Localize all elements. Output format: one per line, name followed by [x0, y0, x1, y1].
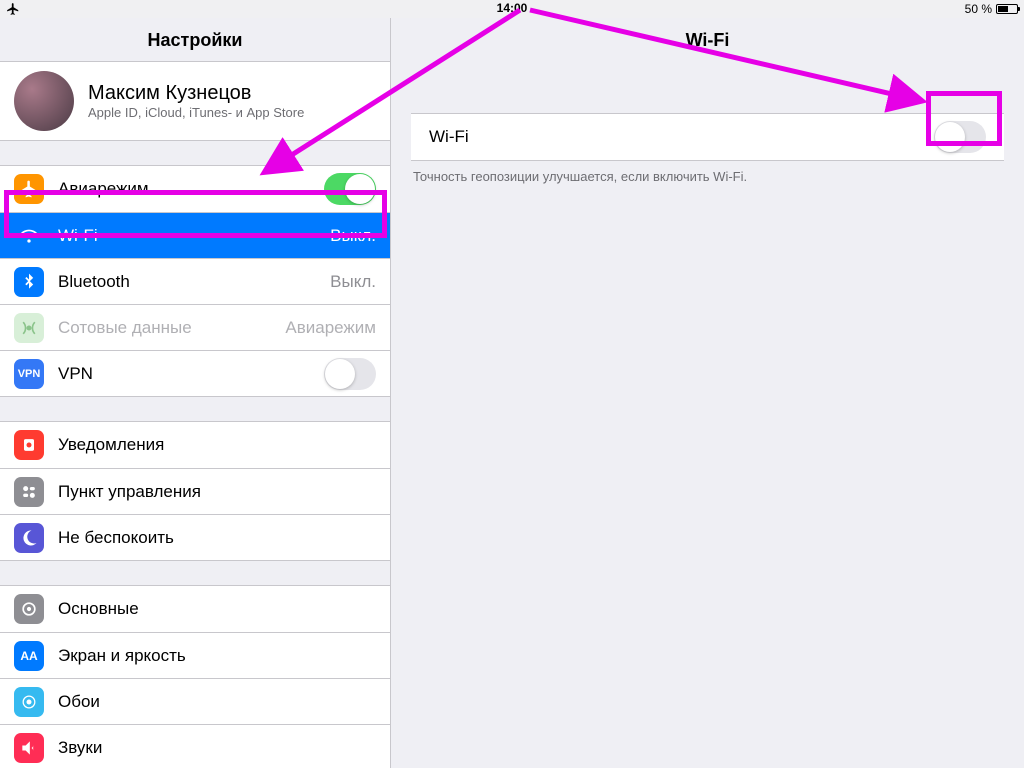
battery-icon: [996, 4, 1018, 14]
airplane-icon: [14, 174, 44, 204]
detail-pane: Wi-Fi Wi-Fi Точность геопозиции улучшает…: [391, 18, 1024, 768]
group-notifications: Уведомления Пункт управления Не беспокои…: [0, 421, 390, 561]
profile-name: Максим Кузнецов: [88, 82, 304, 105]
cell-bluetooth[interactable]: Bluetooth Выкл.: [0, 258, 390, 304]
bluetooth-value: Выкл.: [330, 272, 376, 292]
vpn-label: VPN: [58, 364, 324, 384]
airplane-toggle[interactable]: [324, 173, 376, 205]
group-connectivity: Авиарежим Wi-Fi Выкл. Bluetooth Выкл. Со…: [0, 165, 390, 397]
wifi-value: Выкл.: [330, 226, 376, 246]
display-icon: AA: [14, 641, 44, 671]
notifications-icon: [14, 430, 44, 460]
detail-footer: Точность геопозиции улучшается, если вкл…: [391, 161, 1024, 184]
cell-wallpaper[interactable]: Обои: [0, 678, 390, 724]
cell-airplane[interactable]: Авиарежим: [0, 166, 390, 212]
vpn-icon: VPN: [14, 359, 44, 389]
avatar: [14, 71, 74, 131]
cell-general[interactable]: Основные: [0, 586, 390, 632]
cell-display[interactable]: AA Экран и яркость: [0, 632, 390, 678]
cell-dnd[interactable]: Не беспокоить: [0, 514, 390, 560]
display-label: Экран и яркость: [58, 646, 376, 666]
apple-id-row[interactable]: Максим Кузнецов Apple ID, iCloud, iTunes…: [0, 61, 390, 141]
general-label: Основные: [58, 599, 376, 619]
vpn-toggle[interactable]: [324, 358, 376, 390]
dnd-label: Не беспокоить: [58, 528, 376, 548]
cell-sounds[interactable]: Звуки: [0, 724, 390, 768]
sidebar-title: Настройки: [0, 18, 390, 61]
detail-wifi-section: Wi-Fi: [411, 113, 1004, 161]
wallpaper-label: Обои: [58, 692, 376, 712]
cell-controlcenter[interactable]: Пункт управления: [0, 468, 390, 514]
airplane-mode-icon: [6, 2, 20, 16]
cell-vpn[interactable]: VPN VPN: [0, 350, 390, 396]
status-bar: 14:00 50 %: [0, 0, 1024, 18]
status-left: [6, 2, 20, 16]
status-time: 14:00: [497, 1, 528, 15]
sounds-label: Звуки: [58, 738, 376, 758]
cellular-value: Авиарежим: [285, 318, 376, 338]
settings-sidebar: Настройки Максим Кузнецов Apple ID, iClo…: [0, 18, 391, 768]
controlcenter-label: Пункт управления: [58, 482, 376, 502]
sounds-icon: [14, 733, 44, 763]
wifi-icon: [14, 221, 44, 251]
detail-wifi-row[interactable]: Wi-Fi: [411, 114, 1004, 160]
detail-wifi-label: Wi-Fi: [429, 127, 934, 147]
battery-percent: 50 %: [965, 2, 992, 16]
cell-wifi[interactable]: Wi-Fi Выкл.: [0, 212, 390, 258]
detail-wifi-toggle[interactable]: [934, 121, 986, 153]
cellular-icon: [14, 313, 44, 343]
status-right: 50 %: [965, 2, 1018, 16]
gear-icon: [14, 594, 44, 624]
dnd-icon: [14, 523, 44, 553]
detail-title: Wi-Fi: [391, 18, 1024, 61]
wifi-label: Wi-Fi: [58, 226, 330, 246]
airplane-label: Авиарежим: [58, 179, 324, 199]
wallpaper-icon: [14, 687, 44, 717]
cellular-label: Сотовые данные: [58, 318, 285, 338]
controlcenter-icon: [14, 477, 44, 507]
cell-notifications[interactable]: Уведомления: [0, 422, 390, 468]
notifications-label: Уведомления: [58, 435, 376, 455]
group-general: Основные AA Экран и яркость Обои Звуки: [0, 585, 390, 768]
bluetooth-label: Bluetooth: [58, 272, 330, 292]
cell-cellular[interactable]: Сотовые данные Авиарежим: [0, 304, 390, 350]
profile-sub: Apple ID, iCloud, iTunes- и App Store: [88, 105, 304, 120]
bluetooth-icon: [14, 267, 44, 297]
